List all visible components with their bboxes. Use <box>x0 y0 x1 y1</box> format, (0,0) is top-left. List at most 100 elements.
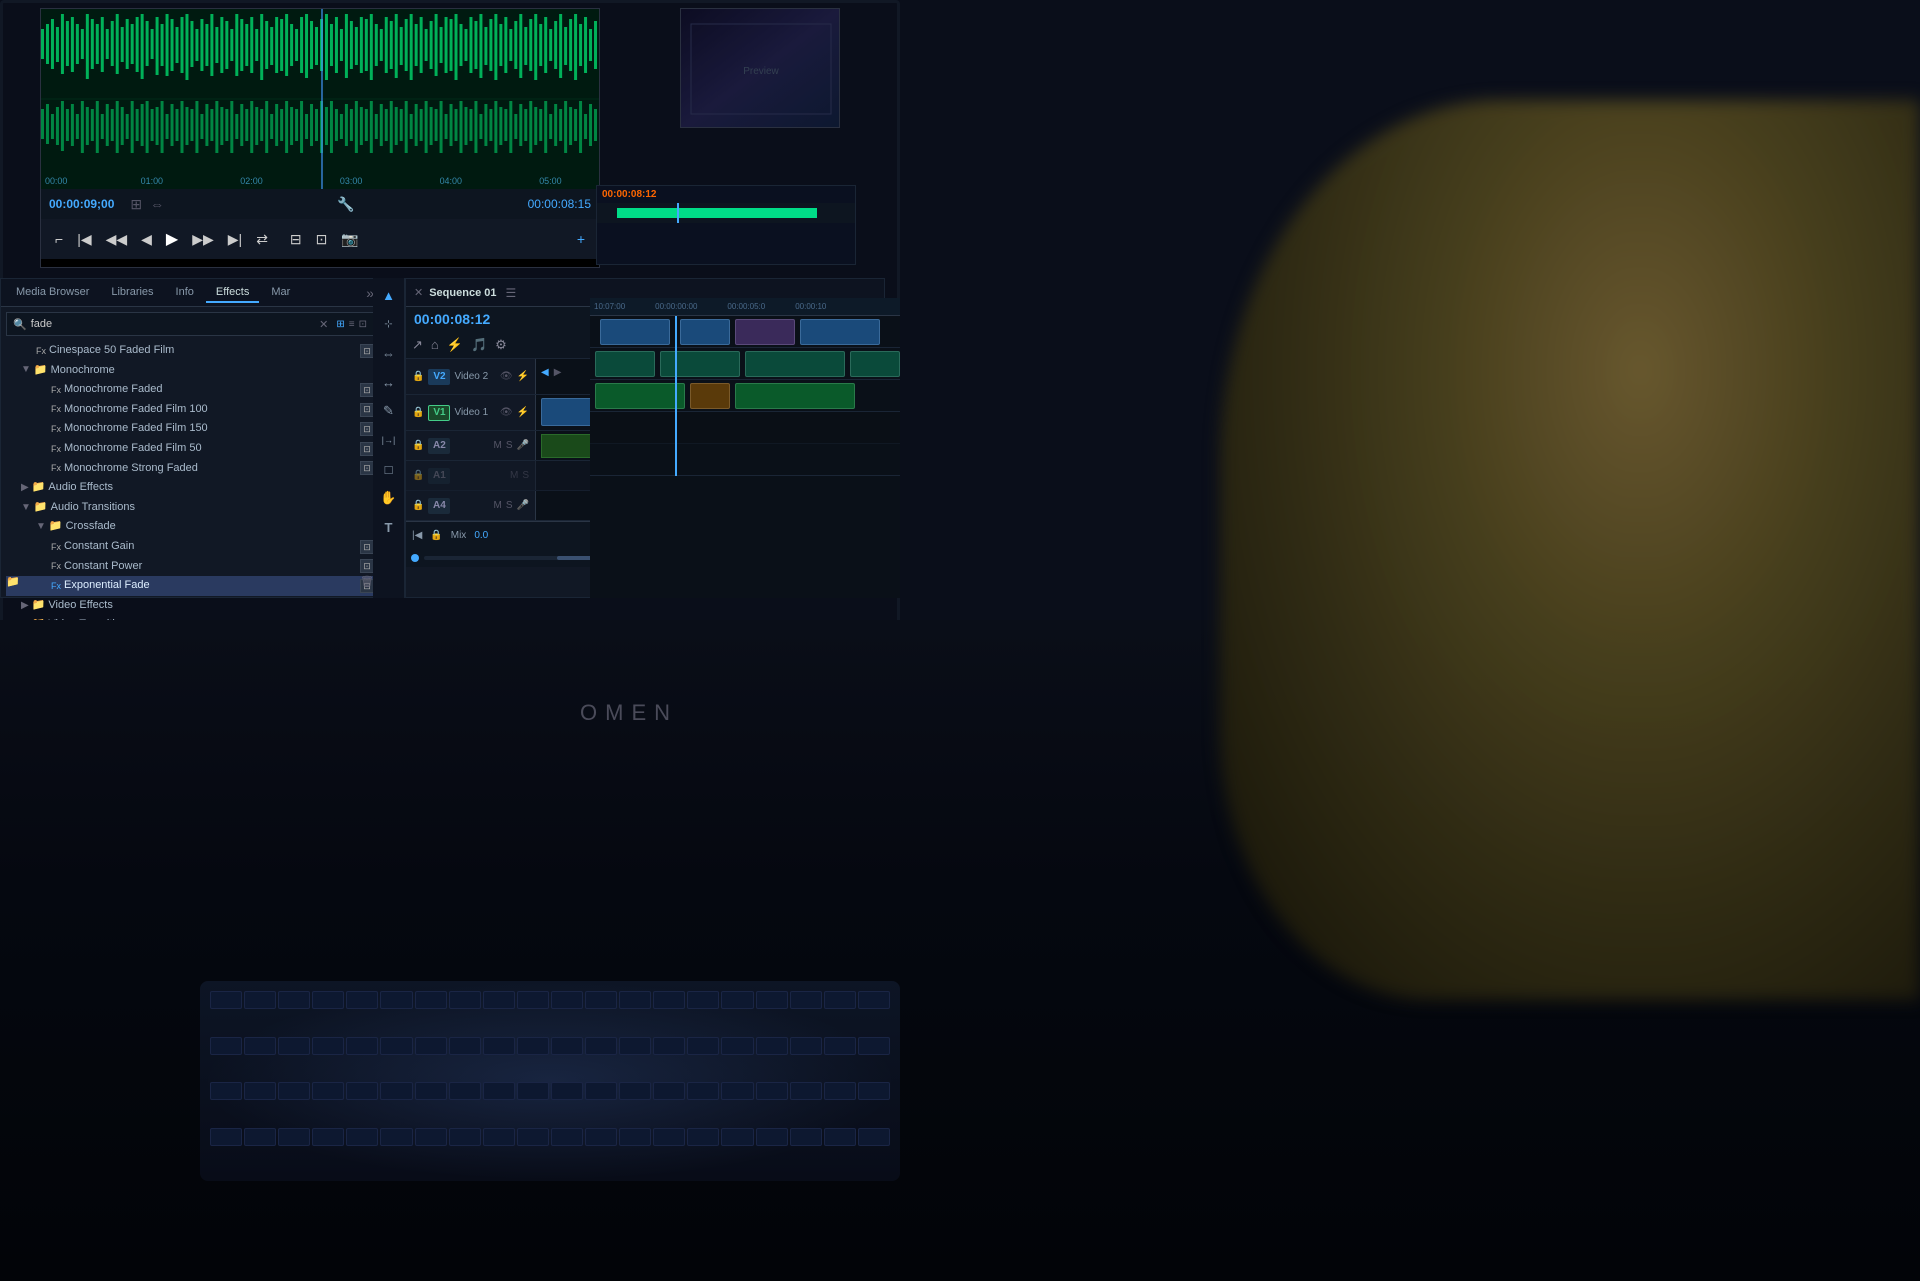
tab-effects[interactable]: Effects <box>206 283 259 303</box>
effect-constant-gain[interactable]: Fx Constant Gain ⊡ <box>6 537 374 557</box>
step-forward-button[interactable]: ▶| <box>224 229 246 250</box>
rolling-edit-tool-button[interactable]: ↔ <box>377 370 401 394</box>
tl-clip-v2-4[interactable] <box>800 319 880 345</box>
tab-libraries[interactable]: Libraries <box>101 283 163 303</box>
effect-monochrome-faded[interactable]: Fx Monochrome Faded ⊡ <box>6 380 374 400</box>
effect-monochrome-strong[interactable]: Fx Monochrome Strong Faded ⊡ <box>6 459 374 479</box>
delete-effect-button[interactable]: 🗑 <box>360 575 374 588</box>
key-68 <box>449 1128 481 1146</box>
scroll-left-indicator <box>411 554 419 562</box>
key-10 <box>517 991 549 1009</box>
key-14 <box>653 991 685 1009</box>
insert-button[interactable]: ⊟ <box>286 229 306 250</box>
tab-mar[interactable]: Mar <box>261 283 300 303</box>
key-5 <box>346 991 378 1009</box>
tl-clip-v2-2[interactable] <box>680 319 730 345</box>
new-bin-button[interactable]: 📁 <box>6 575 20 588</box>
loop-button[interactable]: ⇄ <box>252 229 272 250</box>
folder-crossfade[interactable]: ▼ 📁 Crossfade <box>6 517 374 537</box>
hand-tool-button[interactable]: ✋ <box>377 486 401 510</box>
track-v2-sync[interactable]: ⚡ <box>517 371 529 382</box>
track-v2-eye[interactable]: 👁 <box>500 371 513 382</box>
sequence-close-button[interactable]: ✕ <box>414 286 423 299</box>
tl-clip-v1-3[interactable] <box>745 351 845 377</box>
rectangle-tool-button[interactable]: □ <box>377 457 401 481</box>
panel-tabs: Media Browser Libraries Info Effects Mar… <box>1 279 379 307</box>
effect-monochrome-faded-100[interactable]: Fx Monochrome Faded Film 100 ⊡ <box>6 400 374 420</box>
prev-frame-button[interactable]: ◀◀ <box>102 229 132 250</box>
folder-audio-transitions[interactable]: ▼ 📁 Audio Transitions <box>6 498 374 518</box>
tab-media-browser[interactable]: Media Browser <box>6 283 99 303</box>
step-back-button[interactable]: |◀ <box>73 229 95 250</box>
seq-tool-audio[interactable]: 🎵 <box>471 337 487 353</box>
track-v2-icons: 👁 ⚡ <box>500 371 529 382</box>
key-6 <box>380 991 412 1009</box>
tl-clip-v1-4[interactable] <box>850 351 900 377</box>
track-v1-lock[interactable]: 🔒 <box>412 407 424 418</box>
track-a4-solo[interactable]: S <box>506 500 513 511</box>
track-select-tool-button[interactable]: ⊹ <box>377 312 401 336</box>
folder-audio-effects[interactable]: ▶ 📁 Audio Effects <box>6 478 374 498</box>
track-v1-eye[interactable]: 👁 <box>500 407 513 418</box>
slip-tool-button[interactable]: |→| <box>377 428 401 452</box>
next-frame-button[interactable]: ▶▶ <box>188 229 218 250</box>
track-a4-mute[interactable]: M <box>494 500 502 511</box>
track-a1-solo[interactable]: S <box>522 470 529 481</box>
key-36 <box>721 1037 753 1055</box>
track-a2-lock[interactable]: 🔒 <box>412 440 424 451</box>
track-v1-sync[interactable]: ⚡ <box>517 407 529 418</box>
tl-clip-v1-1[interactable] <box>595 351 655 377</box>
tl-clip-a2-3[interactable] <box>735 383 855 409</box>
effects-view-toggle[interactable]: ⊞ <box>336 319 344 330</box>
export-button[interactable]: 📷 <box>337 229 362 250</box>
mix-skip-button[interactable]: |◀ <box>412 530 422 541</box>
add-button[interactable]: + <box>573 229 589 249</box>
mark-in-button[interactable]: ⌐ <box>51 229 67 249</box>
selection-tool-button[interactable]: ▲ <box>377 283 401 307</box>
folder-video-effects[interactable]: ▶ 📁 Video Effects <box>6 596 374 616</box>
play-button[interactable]: ▶ <box>162 227 182 251</box>
pen-tool-button[interactable]: ✎ <box>377 399 401 423</box>
track-v2-header: 🔒 V2 Video 2 👁 ⚡ <box>406 359 536 394</box>
seq-tool-marker[interactable]: ⌂ <box>431 337 439 352</box>
effects-sort-button[interactable]: ≡ <box>349 319 355 330</box>
seq-tool-link[interactable]: ⚡ <box>447 337 463 353</box>
type-tool-button[interactable]: T <box>377 515 401 539</box>
sequence-menu-button[interactable]: ☰ <box>505 286 516 300</box>
key-62 <box>244 1128 276 1146</box>
track-a1-mute[interactable]: M <box>510 470 518 481</box>
effect-monochrome-faded-150[interactable]: Fx Monochrome Faded Film 150 ⊡ <box>6 419 374 439</box>
effects-filter-button[interactable]: ⊡ <box>359 319 367 330</box>
ripple-edit-tool-button[interactable]: ⇔ <box>377 341 401 365</box>
track-a2-mute[interactable]: M <box>494 440 502 451</box>
key-77 <box>756 1128 788 1146</box>
seq-tool-settings[interactable]: ⚙ <box>495 337 507 353</box>
track-a4-mic[interactable]: 🎤 <box>517 500 529 511</box>
track-a1-lock[interactable]: 🔒 <box>412 470 424 481</box>
track-a1-header: 🔒 A1 M S <box>406 461 536 490</box>
prev-button[interactable]: ◀ <box>137 229 156 250</box>
tl-clip-v1-2[interactable] <box>660 351 740 377</box>
tl-clip-a2-2[interactable] <box>690 383 730 409</box>
tl-clip-v2-1[interactable] <box>600 319 670 345</box>
track-a4-lock[interactable]: 🔒 <box>412 500 424 511</box>
tl-clip-a2-1[interactable] <box>595 383 685 409</box>
effect-cinespace[interactable]: Fx Cinespace 50 Faded Film ⊡ <box>6 341 374 361</box>
tab-info[interactable]: Info <box>166 283 204 303</box>
key-11 <box>551 991 583 1009</box>
tl-clip-v2-3[interactable] <box>735 319 795 345</box>
track-a2-mic[interactable]: 🎤 <box>517 440 529 451</box>
folder-monochrome[interactable]: ▼ 📁 Monochrome <box>6 361 374 381</box>
seq-tool-snap[interactable]: ↗ <box>412 337 423 353</box>
overwrite-button[interactable]: ⊡ <box>312 229 332 250</box>
key-39 <box>824 1037 856 1055</box>
track-v2-lock[interactable]: 🔒 <box>412 371 424 382</box>
effects-bottom-toolbar: 📁 🗑 <box>6 570 374 592</box>
effects-panel-content: 🔍 fade ✕ ⊞ ≡ ⊡ Fx Cinespace 50 Faded Fil… <box>1 307 379 640</box>
track-a2-solo[interactable]: S <box>506 440 513 451</box>
key-31 <box>551 1037 583 1055</box>
search-clear-button[interactable]: ✕ <box>319 318 328 331</box>
key-1 <box>210 991 242 1009</box>
effect-monochrome-faded-50[interactable]: Fx Monochrome Faded Film 50 ⊡ <box>6 439 374 459</box>
key-44 <box>312 1082 344 1100</box>
